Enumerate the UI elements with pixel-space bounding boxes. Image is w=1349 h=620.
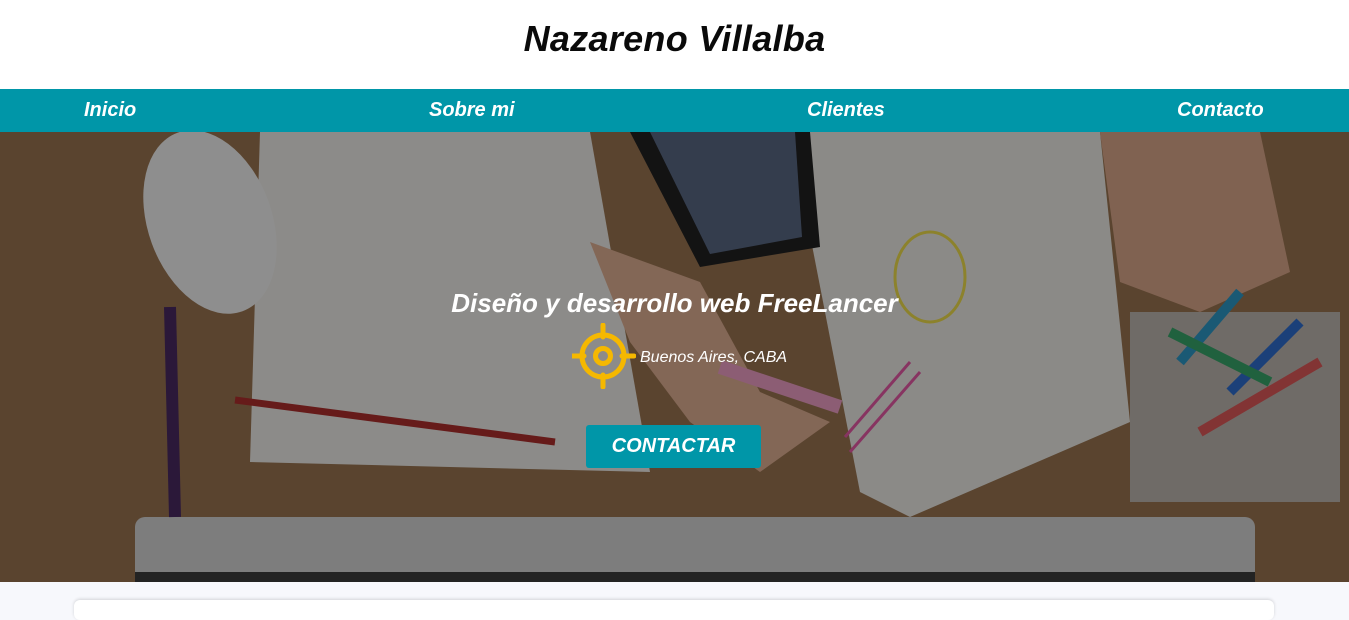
location-info: Buenos Aires, CABA (569, 322, 788, 394)
nav-item-sobre-mi[interactable]: Sobre mi (429, 89, 515, 132)
target-location-icon (569, 322, 637, 394)
nav-item-inicio[interactable]: Inicio (84, 89, 136, 132)
contact-button[interactable]: CONTACTAR (586, 425, 761, 468)
nav-item-clientes[interactable]: Clientes (807, 89, 885, 132)
site-title: Nazareno Villalba (523, 17, 826, 59)
hero-headline: Diseño y desarrollo web FreeLancer (451, 287, 898, 318)
hero-section: Diseño y desarrollo web FreeLancer Bueno… (0, 132, 1349, 582)
site-header: Nazareno Villalba (0, 0, 1349, 89)
nav-item-contacto[interactable]: Contacto (1177, 89, 1264, 132)
content-card (74, 600, 1274, 620)
location-text: Buenos Aires, CABA (640, 349, 788, 366)
main-nav: Inicio Sobre mi Clientes Contacto (0, 89, 1349, 132)
